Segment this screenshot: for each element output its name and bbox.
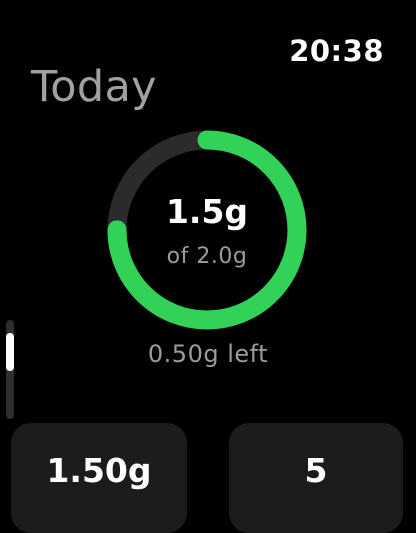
summary-card-amount[interactable]: 1.50g [11,423,187,533]
remaining-amount: 0.50g left [147,340,269,368]
page-title: Today [31,62,157,112]
scroll-indicator[interactable] [6,320,14,419]
progress-ring[interactable]: 1.5g of 2.0g [107,130,307,330]
progress-ring-center: 1.5g of 2.0g [107,130,307,330]
summary-card-count-value: 5 [304,451,328,490]
status-time: 20:38 [289,34,384,68]
scroll-indicator-thumb[interactable] [6,333,14,371]
progress-value: 1.5g [165,192,249,231]
summary-card-amount-value: 1.50g [46,451,152,490]
summary-card-count[interactable]: 5 [229,423,403,533]
progress-total: of 2.0g [166,244,248,269]
